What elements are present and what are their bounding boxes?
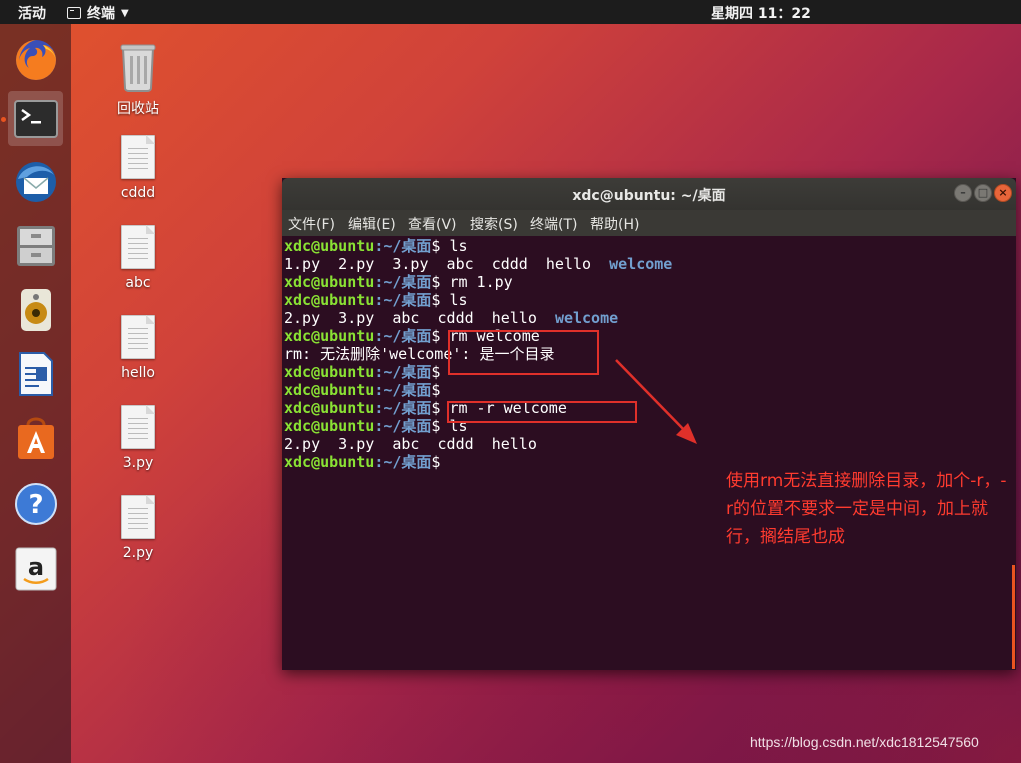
desktop-icon-file[interactable]: hello: [98, 315, 178, 381]
command-text: $ ls: [431, 237, 468, 255]
terminal-prompt-line: xdc@ubuntu:~/桌面$ rm welcome: [284, 327, 1016, 345]
active-indicator: [1, 117, 6, 122]
text-file-icon: [121, 225, 155, 269]
prompt-user: xdc@ubuntu: [284, 399, 375, 417]
svg-text:?: ?: [28, 490, 43, 520]
menu-terminal[interactable]: 终端(T): [530, 214, 577, 234]
prompt-path: :~/桌面: [374, 327, 432, 345]
desktop-icon-label: 回收站: [117, 101, 159, 117]
output-text: 1.py 2.py 3.py abc cddd hello: [284, 255, 610, 273]
terminal-prompt-line: xdc@ubuntu:~/桌面$ ls: [284, 237, 1016, 255]
desktop-icon-label: abc: [125, 275, 151, 291]
terminal-titlebar[interactable]: xdc@ubuntu: ~/桌面 – □ ×: [282, 178, 1016, 210]
prompt-user: xdc@ubuntu: [284, 417, 375, 435]
annotation-box-error: [448, 330, 599, 375]
app-menu-label: 终端: [87, 6, 115, 22]
terminal-prompt-line: xdc@ubuntu:~/桌面$ ls: [284, 291, 1016, 309]
prompt-user: xdc@ubuntu: [284, 363, 375, 381]
dock: ? a: [0, 24, 71, 763]
command-text: $: [431, 453, 441, 471]
terminal-menubar: 文件(F) 编辑(E) 查看(V) 搜索(S) 终端(T) 帮助(H): [282, 210, 1016, 236]
clock[interactable]: 星期四 11：22: [711, 3, 811, 23]
annotation-arrow: [615, 359, 697, 444]
annotation-note: 使用rm无法直接删除目录，加个-r，-r的位置不要求一定是中间，加上就行，搁结尾…: [726, 471, 1007, 547]
svg-text:a: a: [27, 553, 43, 581]
thunderbird-icon[interactable]: [8, 154, 63, 209]
app-menu[interactable]: 终端 ▼: [67, 3, 129, 23]
terminal-prompt-line: xdc@ubuntu:~/桌面$ rm 1.py: [284, 273, 1016, 291]
command-text: $ ls: [431, 291, 468, 309]
watermark: https://blog.csdn.net/xdc1812547560: [750, 734, 979, 750]
prompt-path: :~/桌面: [374, 453, 432, 471]
desktop-icon-file[interactable]: cddd: [98, 135, 178, 201]
terminal-scrollbar[interactable]: [1012, 565, 1015, 669]
top-bar: 活动 终端 ▼ 星期四 11：22: [0, 0, 1021, 24]
activities-button[interactable]: 活动: [18, 3, 46, 23]
prompt-user: xdc@ubuntu: [284, 381, 375, 399]
prompt-path: :~/桌面: [374, 381, 432, 399]
command-text: $: [431, 381, 441, 399]
prompt-user: xdc@ubuntu: [284, 273, 375, 291]
terminal-output[interactable]: xdc@ubuntu:~/桌面$ ls 1.py 2.py 3.py abc cd…: [282, 236, 1016, 670]
maximize-button[interactable]: □: [974, 184, 992, 202]
files-icon[interactable]: [8, 218, 63, 273]
desktop-icon-file[interactable]: 2.py: [98, 495, 178, 561]
desktop-icon-label: hello: [121, 365, 155, 381]
desktop-icon-file[interactable]: abc: [98, 225, 178, 291]
prompt-user: xdc@ubuntu: [284, 453, 375, 471]
desktop-icon-file[interactable]: 3.py: [98, 405, 178, 471]
prompt-path: :~/桌面: [374, 399, 432, 417]
text-file-icon: [121, 315, 155, 359]
desktop-icon-label: cddd: [120, 185, 156, 201]
rhythmbox-icon[interactable]: [8, 282, 63, 337]
terminal-icon[interactable]: [8, 91, 63, 146]
prompt-user: xdc@ubuntu: [284, 327, 375, 345]
command-text: $ rm 1.py: [431, 273, 513, 291]
menu-search[interactable]: 搜索(S): [470, 214, 518, 234]
text-file-icon: [121, 405, 155, 449]
menu-view[interactable]: 查看(V): [408, 214, 457, 234]
prompt-path: :~/桌面: [374, 291, 432, 309]
amazon-icon[interactable]: a: [8, 541, 63, 596]
terminal-small-icon: [67, 7, 81, 19]
output-text: 2.py 3.py abc cddd hello: [284, 309, 555, 327]
desktop-icon-label: 2.py: [122, 545, 154, 561]
prompt-user: xdc@ubuntu: [284, 291, 375, 309]
prompt-path: :~/桌面: [374, 237, 432, 255]
prompt-path: :~/桌面: [374, 273, 432, 291]
trash-icon: [120, 44, 156, 92]
directory-name: welcome: [554, 309, 619, 327]
firefox-icon[interactable]: [8, 32, 63, 87]
menu-edit[interactable]: 编辑(E): [348, 214, 396, 234]
close-button[interactable]: ×: [994, 184, 1012, 202]
menu-help[interactable]: 帮助(H): [590, 214, 639, 234]
menu-file[interactable]: 文件(F): [288, 214, 335, 234]
directory-name: welcome: [609, 255, 673, 273]
terminal-output-line: 1.py 2.py 3.py abc cddd hello welcome: [284, 255, 1016, 273]
prompt-path: :~/桌面: [374, 363, 432, 381]
prompt-user: xdc@ubuntu: [284, 237, 375, 255]
software-center-icon[interactable]: [8, 410, 63, 465]
terminal-output-line: 2.py 3.py abc cddd hello welcome: [284, 309, 1016, 327]
minimize-button[interactable]: –: [954, 184, 972, 202]
desktop-icon-label: 3.py: [122, 455, 154, 471]
command-text: $: [431, 363, 441, 381]
output-text: 2.py 3.py abc cddd hello: [284, 435, 537, 453]
text-file-icon: [121, 135, 155, 179]
caret-down-icon: ▼: [121, 7, 129, 19]
text-file-icon: [121, 495, 155, 539]
prompt-path: :~/桌面: [374, 417, 432, 435]
libreoffice-writer-icon[interactable]: [8, 346, 63, 401]
desktop-icon-trash[interactable]: 回收站: [98, 42, 178, 118]
terminal-title: xdc@ubuntu: ~/桌面: [572, 188, 726, 204]
help-icon[interactable]: ?: [8, 476, 63, 531]
